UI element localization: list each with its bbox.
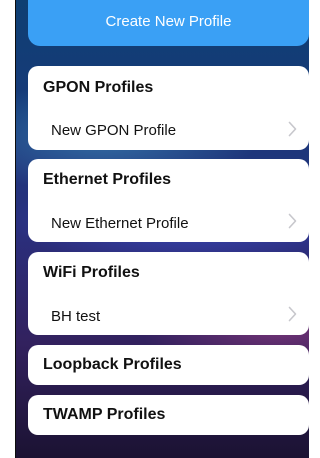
list-item-bh-test[interactable]: BH test <box>28 296 309 335</box>
section-title-ethernet: Ethernet Profiles <box>43 171 172 188</box>
list-item-label: New GPON Profile <box>51 122 177 139</box>
twamp-profiles-card[interactable]: TWAMP Profiles <box>28 395 309 435</box>
chevron-right-icon <box>288 306 297 322</box>
list-item-label: BH test <box>51 308 101 325</box>
ethernet-profiles-card: Ethernet Profiles New Ethernet Profile <box>28 159 309 242</box>
list-item-label: New Ethernet Profile <box>51 215 189 232</box>
list-item-new-gpon-profile[interactable]: New GPON Profile <box>28 110 309 150</box>
list-item-new-ethernet-profile[interactable]: New Ethernet Profile <box>28 203 309 242</box>
chevron-right-icon <box>288 121 297 137</box>
section-title-gpon: GPON Profiles <box>43 79 154 96</box>
section-title-loopback: Loopback Profiles <box>43 356 182 373</box>
create-new-profile-button[interactable]: Create New Profile <box>28 0 309 46</box>
section-title-twamp: TWAMP Profiles <box>43 406 166 423</box>
chevron-right-icon <box>288 213 297 229</box>
section-title-wifi: WiFi Profiles <box>43 264 140 281</box>
gpon-profiles-card: GPON Profiles New GPON Profile <box>28 66 309 150</box>
loopback-profiles-card[interactable]: Loopback Profiles <box>28 345 309 385</box>
wifi-profiles-card: WiFi Profiles BH test <box>28 252 309 335</box>
